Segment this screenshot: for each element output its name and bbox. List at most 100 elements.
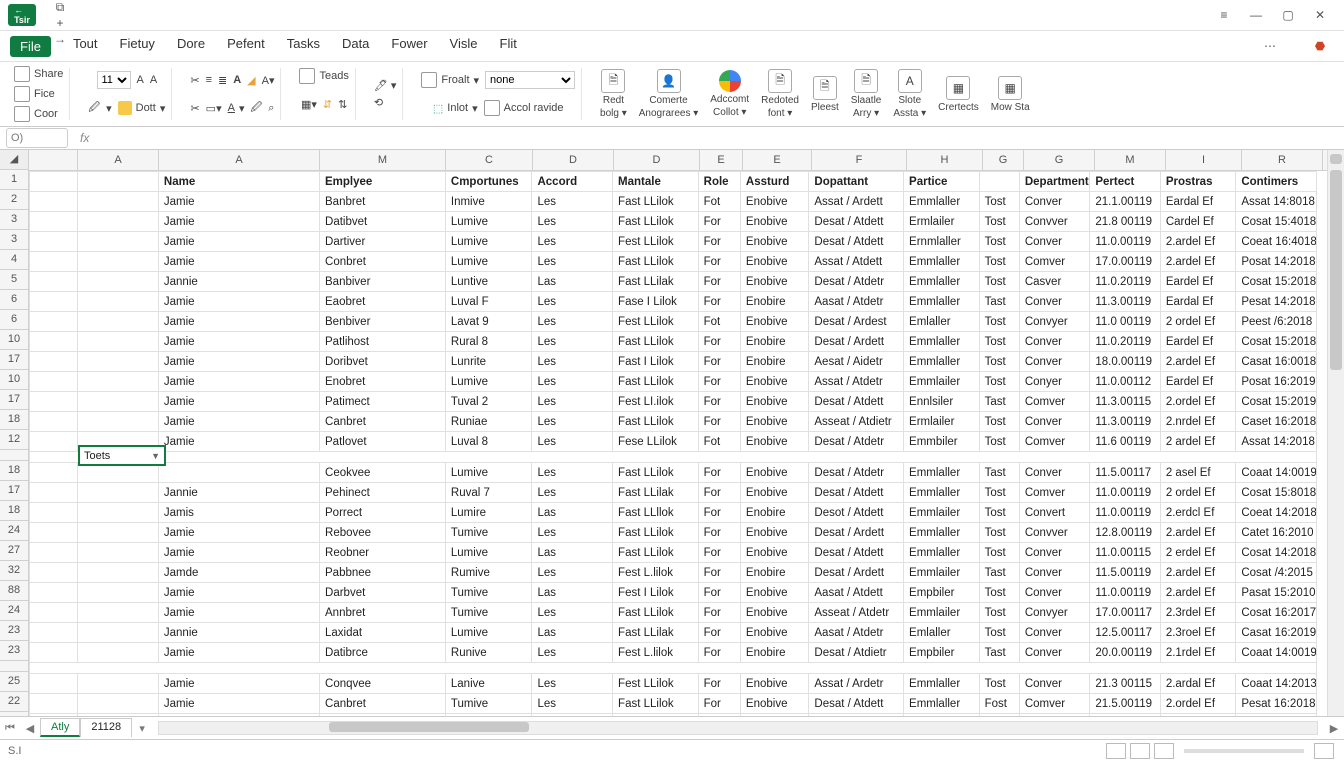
cell[interactable]: Jamie bbox=[158, 252, 319, 272]
cell[interactable]: Tost bbox=[979, 483, 1019, 503]
cell[interactable]: Les bbox=[532, 392, 613, 412]
cell[interactable] bbox=[78, 643, 159, 663]
cell[interactable] bbox=[78, 523, 159, 543]
cell[interactable]: Patimect bbox=[320, 392, 446, 412]
cell[interactable]: Enobive bbox=[740, 232, 808, 252]
cell[interactable]: Aesat / Aidetr bbox=[809, 352, 904, 372]
cell[interactable]: Enobive bbox=[740, 192, 808, 212]
cell[interactable]: Dopattant bbox=[809, 172, 904, 192]
cell[interactable]: 18.0.00119 bbox=[1090, 352, 1160, 372]
table-row[interactable]: JamisPorrectLumireLasFast LLllokForEnobi… bbox=[30, 503, 1317, 523]
name-box[interactable]: O) bbox=[6, 128, 68, 148]
highlight-icon[interactable]: ◢ bbox=[247, 74, 255, 87]
cell[interactable]: Comver bbox=[1019, 432, 1089, 452]
active-cell[interactable]: Toets ▼ bbox=[78, 445, 166, 466]
cell[interactable]: Desat / Ardett bbox=[809, 523, 904, 543]
cell[interactable]: Datibrce bbox=[320, 643, 446, 663]
cell[interactable]: Convert bbox=[1019, 503, 1089, 523]
cell[interactable]: Catet 16:2010 bbox=[1236, 523, 1317, 543]
table-row[interactable]: JamieDatibrceRuniveLesFest L.lilokForEno… bbox=[30, 643, 1317, 663]
cell[interactable]: Eaobret bbox=[320, 292, 446, 312]
cell[interactable]: Emmlaller bbox=[904, 483, 980, 503]
cell[interactable]: Desat / Atdett bbox=[809, 212, 904, 232]
cell[interactable]: Posat 16:2019 bbox=[1236, 372, 1317, 392]
cell[interactable]: Jamde bbox=[158, 563, 319, 583]
row-header[interactable]: 27 bbox=[0, 541, 28, 561]
table-row[interactable]: JamieConbretLumiveLesFast LLilokForEnobi… bbox=[30, 252, 1317, 272]
cell[interactable] bbox=[78, 212, 159, 232]
cell[interactable]: Tost bbox=[979, 192, 1019, 212]
cell[interactable]: For bbox=[698, 352, 740, 372]
cell[interactable]: For bbox=[698, 392, 740, 412]
cell[interactable]: Cmportunes bbox=[445, 172, 532, 192]
cell[interactable]: Enobive bbox=[740, 272, 808, 292]
cell[interactable]: 2.ardal Ef bbox=[1160, 674, 1236, 694]
cell[interactable] bbox=[30, 372, 78, 392]
cell[interactable]: Fese LLilok bbox=[613, 432, 699, 452]
cell[interactable]: Les bbox=[532, 643, 613, 663]
cell[interactable]: Assat / Atdett bbox=[809, 252, 904, 272]
cell[interactable]: Fast LLilak bbox=[613, 483, 699, 503]
cell[interactable]: Les bbox=[532, 483, 613, 503]
col-header-1[interactable]: A bbox=[78, 150, 159, 170]
cell[interactable]: Jamie bbox=[158, 332, 319, 352]
cell[interactable]: Conver bbox=[1019, 232, 1089, 252]
cell[interactable]: 2 ordel Ef bbox=[1160, 483, 1236, 503]
cell[interactable]: Emmlaller bbox=[904, 252, 980, 272]
cell[interactable]: Emmlaller bbox=[904, 694, 980, 714]
cell[interactable]: 11.0.00119 bbox=[1090, 583, 1160, 603]
col-header-7[interactable]: E bbox=[700, 150, 743, 170]
cell[interactable]: Conver bbox=[1019, 412, 1089, 432]
cell[interactable]: Posat 14:2018 bbox=[1236, 252, 1317, 272]
cell[interactable]: Inmive bbox=[445, 192, 532, 212]
fullscreen-icon[interactable] bbox=[1314, 743, 1334, 759]
table-row[interactable]: JanniePehinectRuval 7LesFast LLilakForEn… bbox=[30, 483, 1317, 503]
cell[interactable] bbox=[78, 332, 159, 352]
cell[interactable]: Las bbox=[532, 543, 613, 563]
cell[interactable]: Les bbox=[532, 603, 613, 623]
cell[interactable]: Porrect bbox=[320, 503, 446, 523]
cell[interactable]: Convver bbox=[1019, 212, 1089, 232]
cell[interactable] bbox=[78, 372, 159, 392]
row-header[interactable]: 17 bbox=[0, 350, 28, 370]
sheet-tab-0[interactable]: Atly bbox=[40, 718, 80, 737]
table-row[interactable]: JamieBanbretInmiveLesFast LLilokFotEnobi… bbox=[30, 192, 1317, 212]
cell[interactable]: Tost bbox=[979, 503, 1019, 523]
col-header-0[interactable] bbox=[29, 150, 78, 170]
bold-icon[interactable]: A bbox=[233, 74, 241, 86]
cell[interactable]: 2.erdcl Ef bbox=[1160, 503, 1236, 523]
cell[interactable]: For bbox=[698, 694, 740, 714]
cell[interactable] bbox=[30, 463, 78, 483]
cell[interactable] bbox=[30, 432, 78, 452]
cell[interactable]: Enobret bbox=[320, 372, 446, 392]
cell[interactable]: Fast LLilok bbox=[613, 412, 699, 432]
cell[interactable]: Fest I Lilok bbox=[613, 583, 699, 603]
cell[interactable] bbox=[30, 694, 78, 714]
cell[interactable]: Fase I Lilok bbox=[613, 292, 699, 312]
cell[interactable]: Desat / Ardett bbox=[809, 332, 904, 352]
cell[interactable]: Les bbox=[532, 332, 613, 352]
cell[interactable]: Pesat 14:2018 bbox=[1236, 292, 1317, 312]
cell[interactable]: 2.ardel Ef bbox=[1160, 232, 1236, 252]
cell[interactable] bbox=[78, 412, 159, 432]
align-center-icon[interactable]: ≣ bbox=[218, 74, 227, 87]
cell[interactable]: Enobive bbox=[740, 372, 808, 392]
cell[interactable]: Jamie bbox=[158, 523, 319, 543]
cell[interactable]: Tost bbox=[979, 583, 1019, 603]
cell[interactable]: Peest /6:2018 bbox=[1236, 312, 1317, 332]
cell[interactable]: Emmlaller bbox=[904, 674, 980, 694]
cell[interactable]: 12.5.00117 bbox=[1090, 623, 1160, 643]
format-select[interactable]: none bbox=[485, 71, 575, 89]
cell[interactable]: Reobner bbox=[320, 543, 446, 563]
cell[interactable] bbox=[78, 272, 159, 292]
cell[interactable] bbox=[158, 463, 319, 483]
cell[interactable]: Lumive bbox=[445, 623, 532, 643]
cell[interactable]: Eardel Ef bbox=[1160, 272, 1236, 292]
cell[interactable]: Name bbox=[158, 172, 319, 192]
col-header-14[interactable]: I bbox=[1166, 150, 1242, 170]
cell[interactable]: Ermlailer bbox=[904, 412, 980, 432]
cell[interactable]: Enobive bbox=[740, 543, 808, 563]
cell[interactable]: Tast bbox=[979, 643, 1019, 663]
cell[interactable]: Les bbox=[532, 352, 613, 372]
table-row[interactable]: JamdePabbneeRumiveLesFest L.lilokForEnob… bbox=[30, 563, 1317, 583]
